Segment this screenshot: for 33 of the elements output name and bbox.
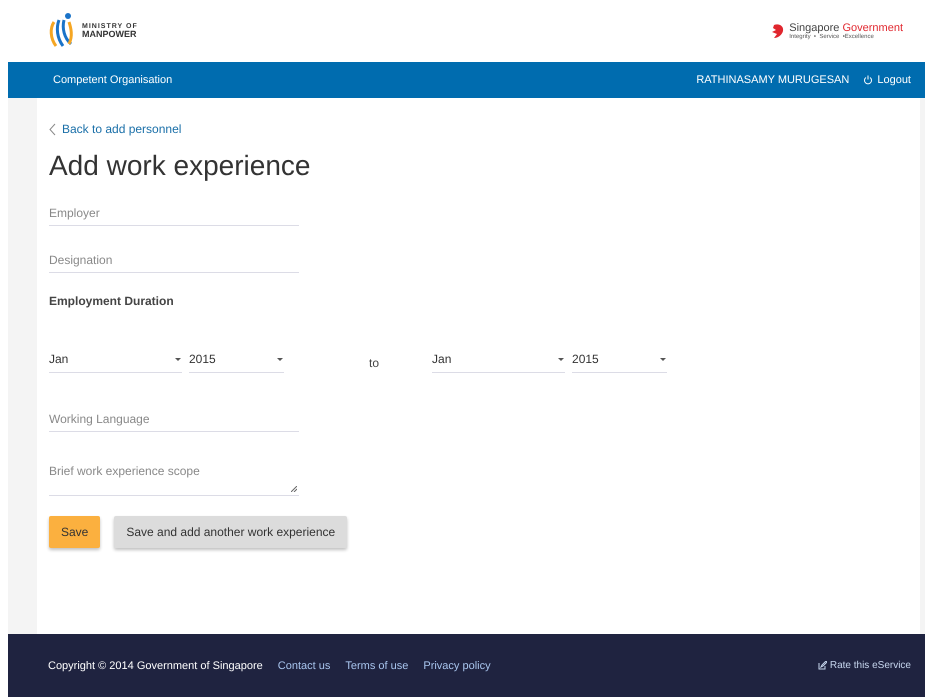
separator-text: to (369, 356, 380, 370)
back-link[interactable]: Back to add personnel (49, 122, 182, 136)
footer-link[interactable]: Contact us (278, 660, 330, 672)
year-select[interactable]: 2015 (572, 348, 668, 373)
app-title: Competent Organisation (53, 74, 174, 86)
chevron-left-icon (49, 122, 56, 136)
save-button[interactable]: Save (49, 516, 100, 548)
month-select[interactable]: Jan (432, 348, 566, 373)
edit-icon (818, 661, 827, 670)
year-select[interactable]: 2015 (189, 348, 284, 373)
section-label: Employment Duration (49, 294, 174, 308)
government-name: Singapore Government (789, 22, 903, 34)
text-field[interactable]: Employer (49, 200, 299, 226)
caret-icon (174, 356, 182, 362)
caret-icon (557, 356, 566, 362)
logout-link[interactable]: Logout (863, 74, 911, 86)
footer-link[interactable]: Privacy policy (423, 660, 491, 672)
logo-text: MANPOWER (82, 30, 138, 39)
rate-link[interactable]: Rate this eService (818, 660, 911, 671)
copyright-text: Copyright © 2014 Government of Singapore (48, 660, 263, 672)
text-field[interactable]: Designation (49, 247, 299, 273)
caret-icon (276, 356, 284, 362)
resize-handle-icon (291, 486, 297, 492)
footer-link[interactable]: Terms of use (345, 660, 408, 672)
lion-icon (771, 23, 786, 39)
caret-icon (659, 356, 668, 362)
text-area[interactable]: Brief work experience scope (49, 458, 299, 496)
text-field[interactable]: Working Language (49, 406, 299, 432)
power-icon (863, 75, 874, 85)
save-and-add-button[interactable]: Save and add another work experience (114, 516, 348, 548)
page-heading: Add work experience (49, 150, 312, 182)
user-name: RATHINASAMY MURUGESAN (696, 74, 850, 86)
month-select[interactable]: Jan (49, 348, 182, 373)
